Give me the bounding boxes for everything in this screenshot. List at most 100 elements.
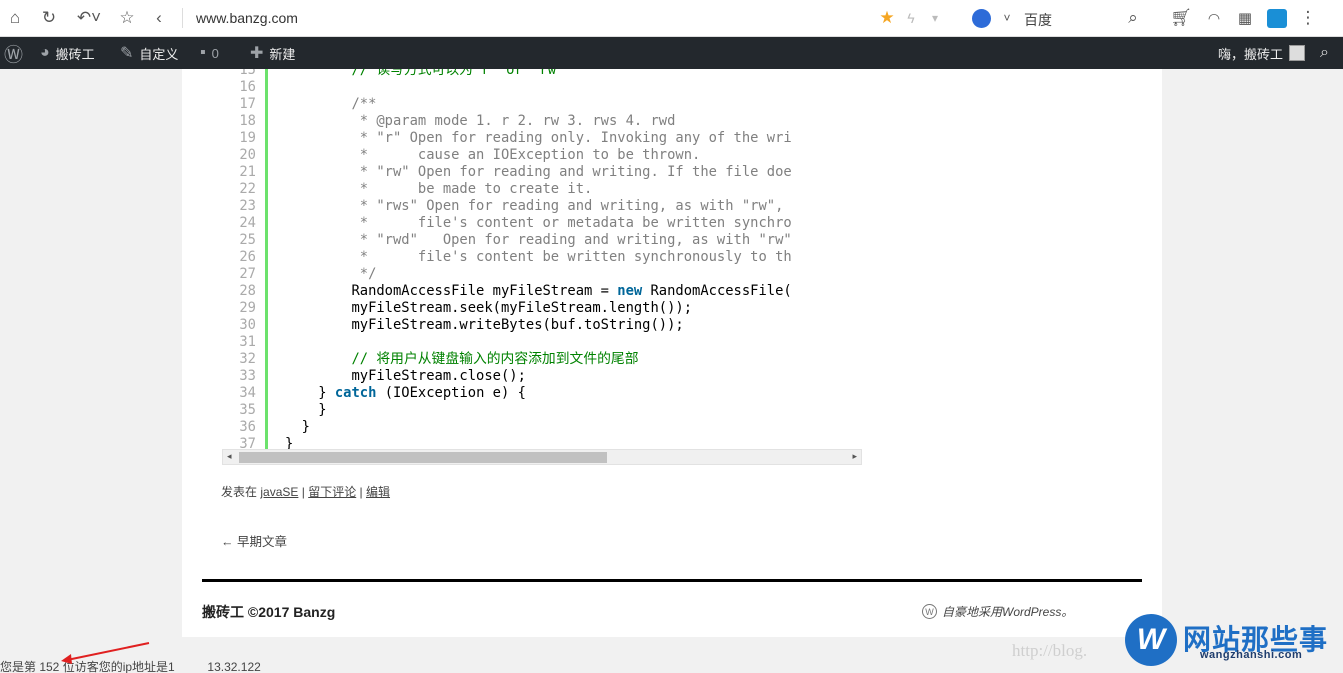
horizontal-scrollbar[interactable]: ◂ ▸ <box>222 449 862 465</box>
avatar <box>1289 45 1306 61</box>
line-number: 22 <box>239 181 256 197</box>
code-line: 30 myFileStream.writeBytes(buf.toString(… <box>222 317 862 334</box>
code-text: */ <box>285 266 377 282</box>
code-text: * "rw" Open for reading and writing. If … <box>285 164 792 180</box>
code-line: 28 RandomAccessFile myFileStream = new R… <box>222 283 862 300</box>
new-label: 新建 <box>269 46 296 62</box>
category-link[interactable]: javaSE <box>260 485 298 499</box>
line-number: 34 <box>239 385 256 401</box>
watermark-url: http://blog. <box>1012 641 1088 660</box>
code-text: * "r" Open for reading only. Invoking an… <box>285 130 792 146</box>
annotation-arrow-icon <box>61 642 150 664</box>
extension-icon[interactable] <box>1267 9 1287 28</box>
footer-credit[interactable]: W 自豪地采用WordPress。 <box>922 603 1073 620</box>
code-line: 29 myFileStream.seek(myFileStream.length… <box>222 300 862 317</box>
line-number: 29 <box>239 300 256 316</box>
customize-menu[interactable]: ✎ 自定义 <box>120 37 178 69</box>
code-line: 19 * "r" Open for reading only. Invoking… <box>222 130 862 147</box>
line-number: 20 <box>239 147 256 163</box>
address-bar[interactable]: www.banzg.com <box>196 10 298 26</box>
code-line: 34 } catch (IOException e) { <box>222 385 862 402</box>
line-number: 23 <box>239 198 256 214</box>
code-text: myFileStream.writeBytes(buf.toString()); <box>285 317 684 333</box>
cart-icon[interactable]: 🛒︎ <box>1170 6 1192 30</box>
comment-link[interactable]: 留下评论 <box>308 485 356 499</box>
browser-toolbar: ⌂ ↻ ↶˅ ☆ ‹ www.banzg.com ★ ϟ ▾ ˅ 百度 ⌕ 🛒︎… <box>0 0 1343 37</box>
new-content-menu[interactable]: ✚ 新建 <box>250 37 295 69</box>
code-block: 15 // 读写方式可以为"r" or "rw" 16 17 /** 18 * @pa… <box>222 69 862 451</box>
greeting-label: 嗨，搬砖工 <box>1218 46 1284 62</box>
back-icon[interactable]: ‹ <box>148 6 170 30</box>
credit-text: 自豪地采用WordPress。 <box>942 605 1074 619</box>
code-line: 18 * @param mode 1. r 2. rw 3. rws 4. rw… <box>222 113 862 130</box>
code-line: 16 <box>222 79 862 96</box>
visitor-ip: 13.32.122 <box>207 660 261 673</box>
line-number: 17 <box>239 96 256 112</box>
line-number: 15 <box>239 69 256 78</box>
scroll-right-icon[interactable]: ▸ <box>852 451 857 462</box>
post-meta: 发表在 javaSE | 留下评论 | 编辑 <box>221 485 391 499</box>
wordpress-logo-icon[interactable]: Ⓦ <box>4 37 23 69</box>
watermark-domain: wangzhanshi.com <box>1200 649 1303 661</box>
meta-prefix: 发表在 <box>221 485 258 499</box>
site-name-menu[interactable]: ◕ 搬砖工 <box>40 37 95 69</box>
code-text: * "rws" Open for reading and writing, as… <box>285 198 784 214</box>
footer-site-title: 搬砖工 ©2017 Banzg <box>202 602 335 622</box>
code-text: // 读写方式可以为"r" or "rw" <box>285 69 565 78</box>
lightning-icon[interactable]: ϟ <box>900 6 922 30</box>
edit-link[interactable]: 编辑 <box>366 485 390 499</box>
site-name-label: 搬砖工 <box>55 46 95 62</box>
code-line: 21 * "rw" Open for reading and writing. … <box>222 164 862 181</box>
code-text: * cause an IOException to be thrown. <box>285 147 701 163</box>
wifi-icon[interactable]: ◠ <box>1203 6 1225 30</box>
my-account-menu[interactable]: 嗨，搬砖工 <box>1218 37 1306 69</box>
code-text: * "rwd" Open for reading and writing, as… <box>285 232 792 248</box>
comment-icon: ▪ <box>200 44 206 61</box>
code-line: 31 <box>222 334 862 351</box>
line-number: 30 <box>239 317 256 333</box>
line-number: 31 <box>239 334 256 350</box>
footer-site-link[interactable]: 搬砖工 <box>202 604 244 620</box>
previous-posts-link[interactable]: ← 早期文章 <box>221 531 287 550</box>
search-input[interactable]: 百度 <box>1024 10 1052 30</box>
code-text: RandomAccessFile myFileStream = new Rand… <box>285 283 792 299</box>
engine-dropdown-icon[interactable]: ˅ <box>996 6 1018 30</box>
refresh-icon[interactable]: ↻ <box>38 6 60 30</box>
code-line: 24 * file's content or metadata be writt… <box>222 215 862 232</box>
scroll-left-icon[interactable]: ◂ <box>227 451 232 462</box>
search-icon[interactable]: ⌕ <box>1122 6 1144 30</box>
code-text: myFileStream.seek(myFileStream.length())… <box>285 300 693 316</box>
code-text: } <box>285 419 310 435</box>
favorite-star-icon[interactable]: ☆ <box>116 6 138 30</box>
code-line: 23 * "rws" Open for reading and writing,… <box>222 198 862 215</box>
code-text: * file's content be written synchronousl… <box>285 249 792 265</box>
comments-menu[interactable]: ▪ 0 <box>200 37 219 69</box>
grid-icon[interactable]: ▦ <box>1234 6 1256 30</box>
code-text: * @param mode 1. r 2. rw 3. rws 4. rwd <box>285 113 676 129</box>
chevron-down-icon[interactable]: ▾ <box>924 6 946 30</box>
line-number: 19 <box>239 130 256 146</box>
scrollbar-thumb[interactable] <box>239 452 607 463</box>
dashboard-icon: ◕ <box>40 44 50 61</box>
baidu-logo-icon[interactable] <box>972 9 991 28</box>
code-text: } catch (IOException e) { <box>285 385 526 401</box>
code-line: 36 } <box>222 419 862 436</box>
home-icon[interactable]: ⌂ <box>4 6 26 30</box>
code-text: * be made to create it. <box>285 181 593 197</box>
code-line: 27 */ <box>222 266 862 283</box>
line-number: 27 <box>239 266 256 282</box>
divider <box>182 8 183 28</box>
bookmarked-star-icon[interactable]: ★ <box>876 6 898 30</box>
more-icon[interactable]: ⋮ <box>1297 6 1319 30</box>
undo-icon[interactable]: ↶˅ <box>74 6 104 30</box>
search-icon[interactable]: ⌕ <box>1320 37 1329 69</box>
line-number: 18 <box>239 113 256 129</box>
line-number: 25 <box>239 232 256 248</box>
line-number: 35 <box>239 402 256 418</box>
code-line: 15 // 读写方式可以为"r" or "rw" <box>222 69 862 79</box>
line-number: 33 <box>239 368 256 384</box>
code-line: 35 } <box>222 402 862 419</box>
watermark-logo: W <box>1125 614 1177 666</box>
wordpress-icon: W <box>922 604 937 619</box>
line-number: 16 <box>239 79 256 95</box>
